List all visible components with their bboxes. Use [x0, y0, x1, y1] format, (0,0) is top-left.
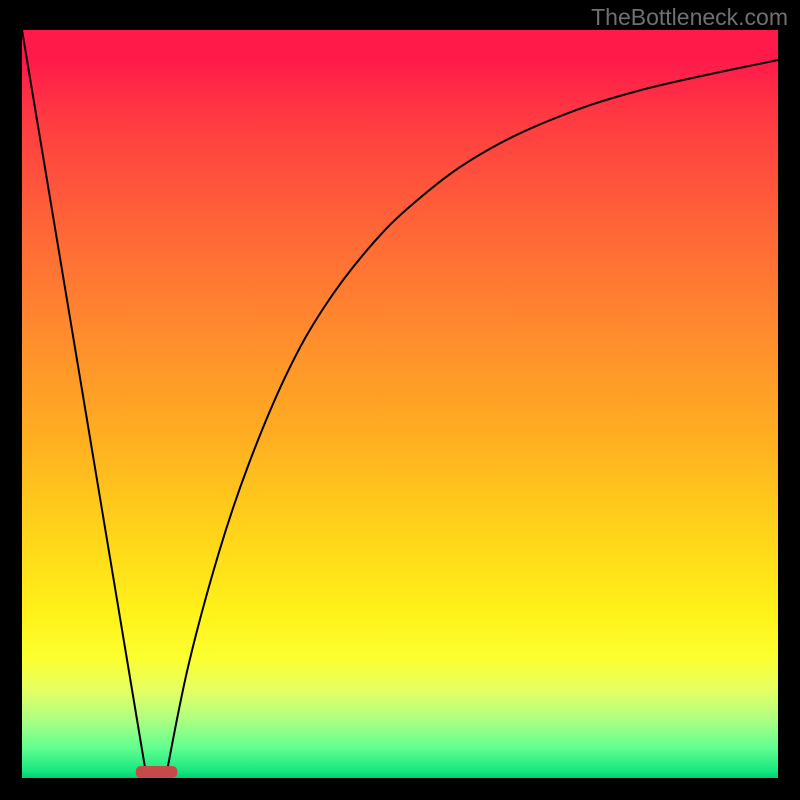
optimal-marker: [136, 766, 178, 778]
bottleneck-curve-left: [22, 30, 147, 778]
curve-layer: [22, 30, 778, 778]
plot-area: [22, 30, 778, 778]
chart-container: TheBottleneck.com: [0, 0, 800, 800]
watermark-text: TheBottleneck.com: [591, 4, 788, 31]
bottleneck-curve-right: [166, 60, 778, 778]
